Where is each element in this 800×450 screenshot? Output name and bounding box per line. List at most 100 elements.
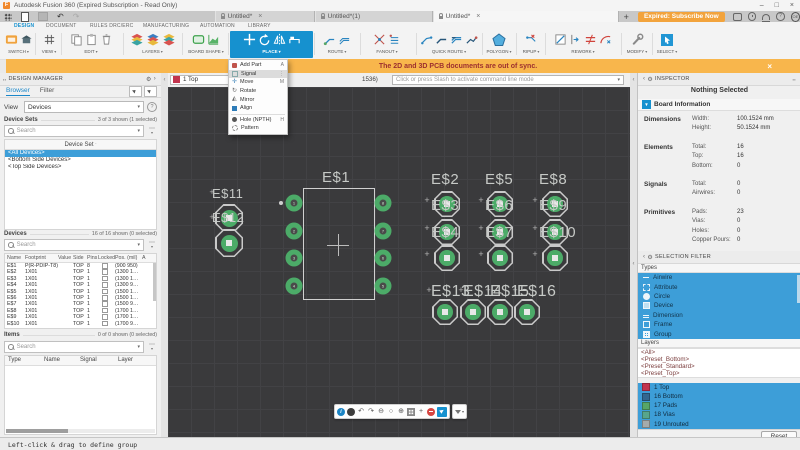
more-options-button[interactable]: ⋯ ▾ bbox=[147, 342, 157, 351]
view-dropdown[interactable]: Devices ▾ bbox=[23, 101, 144, 113]
column-header-name[interactable]: Name bbox=[7, 254, 25, 262]
grid-settings-icon[interactable] bbox=[407, 408, 415, 416]
layers-icon[interactable] bbox=[146, 33, 160, 46]
locked-checkbox[interactable] bbox=[102, 288, 108, 295]
menu-item-align[interactable]: Align bbox=[229, 104, 287, 113]
devices-scrollbar[interactable] bbox=[153, 263, 156, 301]
zoom-window-icon[interactable]: ○ bbox=[387, 408, 395, 416]
ripup-icon[interactable] bbox=[525, 33, 538, 46]
column-header-footprint[interactable]: Footprint bbox=[25, 254, 58, 262]
dip-pad[interactable]: 3 bbox=[285, 249, 303, 267]
close-tab-icon[interactable]: × bbox=[476, 13, 480, 20]
ribbon-tab-automation[interactable]: AUTOMATION bbox=[200, 23, 235, 29]
window-minimize-button[interactable]: – bbox=[760, 1, 764, 11]
ribbon-tab-rules-drc-erc[interactable]: RULES DRC/ERC bbox=[90, 23, 133, 29]
ribbon-tab-document[interactable]: DOCUMENT bbox=[46, 23, 77, 29]
pad-octagon[interactable] bbox=[487, 245, 513, 271]
menu-item-hole-npth[interactable]: Hole (NPTH) H bbox=[229, 116, 287, 125]
rotate-icon[interactable] bbox=[258, 33, 271, 46]
column-header-value[interactable]: Value bbox=[58, 254, 73, 262]
locked-checkbox[interactable] bbox=[102, 263, 108, 269]
ribbon-group-ripup[interactable]: RIPUP▾ bbox=[518, 31, 544, 58]
ribbon-group-rework[interactable]: REWORK▾ bbox=[547, 31, 619, 58]
window-close-button[interactable]: × bbox=[790, 1, 794, 11]
locked-checkbox[interactable] bbox=[102, 294, 108, 301]
dip-pad[interactable]: 7 bbox=[374, 222, 392, 240]
delete-trash-icon[interactable] bbox=[100, 33, 113, 46]
ribbon-group-modify[interactable]: MODIFY▾ bbox=[624, 31, 650, 58]
pad-octagon[interactable] bbox=[434, 245, 460, 271]
fanout-icon[interactable] bbox=[373, 33, 386, 46]
gear-icon[interactable]: ⚙ bbox=[146, 76, 152, 83]
polygon-icon[interactable] bbox=[492, 32, 506, 47]
locked-checkbox[interactable] bbox=[102, 275, 108, 282]
collapse-panel-icon[interactable]: ‹ bbox=[643, 254, 645, 260]
switch-board-icon[interactable] bbox=[5, 33, 18, 46]
type-filter-device[interactable]: Device bbox=[638, 301, 800, 310]
more-options-button[interactable]: ⋯ ▾ bbox=[147, 126, 157, 135]
board-outline-icon[interactable] bbox=[192, 33, 205, 46]
dip-pad[interactable]: 8 bbox=[374, 194, 392, 212]
pad-octagon[interactable] bbox=[514, 299, 540, 325]
locked-checkbox[interactable] bbox=[102, 314, 108, 320]
menu-item-pattern[interactable]: Pattern bbox=[229, 124, 287, 133]
select-add-icon[interactable] bbox=[129, 85, 142, 97]
paste-icon[interactable] bbox=[85, 33, 98, 46]
banner-close-icon[interactable]: × bbox=[767, 62, 772, 71]
items-horizontal-scrollbar[interactable] bbox=[6, 429, 155, 433]
ribbon-tab-manufacturing[interactable]: MANUFACTURING bbox=[143, 23, 189, 29]
board-chart-icon[interactable] bbox=[207, 33, 220, 46]
display-options-button[interactable]: ▾ bbox=[452, 404, 468, 419]
route-differential-icon[interactable] bbox=[338, 33, 351, 46]
gear-icon[interactable]: ⚙ bbox=[647, 254, 653, 261]
rework-shape-icon[interactable] bbox=[554, 33, 567, 46]
collapse-panel-icon[interactable]: ‹ bbox=[643, 76, 645, 82]
ribbon-group-fanout[interactable]: FANOUT▾ bbox=[362, 31, 412, 58]
locked-checkbox[interactable] bbox=[102, 307, 108, 314]
menu-item-signal[interactable]: Signal ⋮ bbox=[229, 69, 287, 79]
ribbon-group-board-shape[interactable]: BOARD SHAPE▾ bbox=[186, 31, 226, 58]
layer-preset-row[interactable]: <Preset_Bottom> bbox=[638, 356, 800, 363]
locked-checkbox[interactable] bbox=[102, 282, 108, 288]
pcb-board-view[interactable]: 1 8 2 7 3 6 4 5 E$1 E$11 E$12 E$2 E$3 E$4 E$5 E$6 E$7 E$8… bbox=[168, 87, 630, 437]
scrollbar-thumb[interactable] bbox=[6, 429, 68, 433]
layer-filter-1-top[interactable]: 1 Top bbox=[638, 383, 800, 392]
view-grid-icon[interactable] bbox=[43, 33, 56, 46]
new-tab-button[interactable]: + bbox=[624, 12, 629, 22]
undo-icon[interactable]: ↶ bbox=[57, 12, 64, 21]
zoom-out-icon[interactable]: ⊖ bbox=[377, 408, 385, 416]
dip-pad[interactable]: 6 bbox=[374, 249, 392, 267]
help-icon[interactable]: ? bbox=[147, 102, 157, 112]
collapse-right-icon[interactable]: ‹ bbox=[630, 261, 637, 267]
device-set-column-header[interactable]: Device Set ˆ bbox=[5, 140, 156, 150]
column-header-name[interactable]: Name bbox=[44, 356, 80, 365]
menu-item-move[interactable]: Move M bbox=[229, 78, 287, 87]
dip-pad[interactable]: 2 bbox=[285, 222, 303, 240]
ribbon-tab-design[interactable]: DESIGN bbox=[14, 23, 34, 29]
type-filter-frame[interactable]: Frame bbox=[638, 320, 800, 329]
devices-search-input[interactable]: Search ▾ bbox=[4, 239, 144, 251]
select-remove-icon[interactable] bbox=[144, 85, 157, 97]
redo-icon[interactable]: ↷ bbox=[73, 12, 80, 21]
dip8-package-outline[interactable] bbox=[303, 188, 375, 300]
undo-view-icon[interactable]: ↶ bbox=[357, 408, 365, 416]
locked-checkbox[interactable] bbox=[102, 269, 108, 275]
close-tab-icon[interactable]: × bbox=[258, 13, 262, 20]
device-set-row[interactable]: <Top Side Devices> bbox=[5, 164, 156, 171]
tab-filter[interactable]: Filter bbox=[40, 87, 54, 95]
collapse-left-icon[interactable]: ‹ bbox=[161, 77, 168, 83]
device-set-row[interactable]: <All Devices> bbox=[5, 150, 156, 157]
layer-preset-row[interactable]: <All> bbox=[638, 349, 800, 356]
type-filter-dimension[interactable]: Dimension bbox=[638, 311, 800, 320]
zoom-in-icon[interactable]: ⊕ bbox=[397, 408, 405, 416]
quick-route-signal-icon[interactable] bbox=[465, 33, 478, 46]
select-mode-icon[interactable] bbox=[437, 406, 447, 417]
column-header-locked[interactable]: Locked bbox=[98, 254, 115, 262]
pad-octagon[interactable] bbox=[215, 229, 243, 257]
fanout-bga-icon[interactable] bbox=[388, 33, 401, 46]
new-file-icon[interactable] bbox=[21, 11, 29, 22]
route-icon[interactable] bbox=[323, 33, 336, 46]
column-header-type[interactable]: Type bbox=[8, 356, 44, 365]
tab-browser[interactable]: Browser bbox=[6, 87, 30, 96]
origin-icon[interactable]: + bbox=[417, 408, 425, 416]
